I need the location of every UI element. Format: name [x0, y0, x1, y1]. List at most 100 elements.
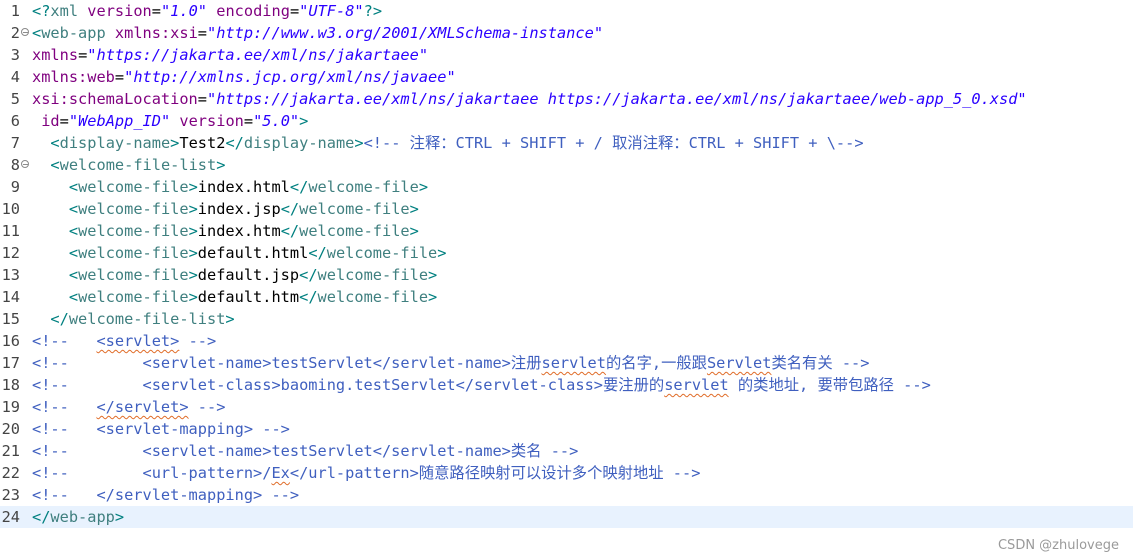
code-line[interactable]: 23 <!-- </servlet-mapping> --> [0, 484, 1133, 506]
code-token: > [188, 178, 198, 196]
code-line[interactable]: 19 <!-- </servlet> --> [0, 396, 1133, 418]
code-token: version [179, 112, 244, 130]
code-line[interactable]: 22 <!-- <url-pattern>/Ex</url-pattern>随意路… [0, 462, 1133, 484]
code-line[interactable]: 5 xsi:schemaLocation="https://jakarta.ee/… [0, 88, 1133, 110]
code-token: version [87, 2, 152, 20]
code-token: Ex [271, 464, 290, 482]
line-number: 22 [1, 464, 20, 482]
code-token: --> [188, 398, 226, 416]
code-token: 的名字,一般跟 [605, 354, 707, 372]
code-line[interactable]: 24 </web-app> [0, 506, 1133, 528]
code-token: = [243, 112, 254, 130]
code-token: index.html [197, 178, 290, 196]
line-number: 7 [10, 134, 20, 152]
watermark: CSDN @zhulovege [997, 538, 1119, 553]
line-number: 19 [1, 398, 20, 416]
code-token: <!-- </servlet-mapping> --> [32, 486, 300, 504]
code-text: <!-- <servlet-class>baoming.testServlet<… [32, 374, 931, 396]
code-token: welcome-file [317, 266, 429, 284]
fold-toggle-icon[interactable]: − [21, 160, 29, 169]
code-line[interactable]: 4 xmlns:web="http://xmlns.jcp.org/xml/ns/… [0, 66, 1133, 88]
code-token: servlet [541, 354, 606, 372]
code-token: welcome-file [78, 244, 189, 262]
code-editor[interactable]: 1 <?xml version="1.0" encoding="UTF-8"?> 2… [0, 0, 1133, 559]
code-token: = [59, 112, 69, 130]
code-token: </ [280, 222, 300, 240]
code-token: > [188, 222, 198, 240]
code-token: "https://jakarta.ee/xml/ns/jakartaee" [87, 46, 429, 64]
code-line[interactable]: 20 <!-- <servlet-mapping> --> [0, 418, 1133, 440]
line-number: 12 [1, 244, 20, 262]
code-line[interactable]: 7 <display-name>Test2</display-name><!--… [0, 132, 1133, 154]
code-token: xsi:schemaLocation [32, 90, 198, 108]
code-token: welcome-file [78, 288, 189, 306]
line-number: 9 [10, 178, 20, 196]
code-token: <!-- <servlet-name>testServlet</servlet-… [32, 442, 579, 460]
code-token: = [114, 68, 125, 86]
code-line[interactable]: 9 <welcome-file>index.html</welcome-file… [0, 176, 1133, 198]
code-token: < [68, 178, 79, 196]
code-line[interactable]: 21 <!-- <servlet-name>testServlet</servle… [0, 440, 1133, 462]
code-line[interactable]: 6 id="WebApp_ID" version="5.0"> [0, 110, 1133, 132]
code-token: < [68, 244, 79, 262]
code-token: > [428, 266, 438, 284]
code-token: < [68, 200, 79, 218]
code-token: = [197, 24, 208, 42]
code-token: < [68, 288, 79, 306]
code-token: "WebApp_ID" [68, 112, 171, 130]
code-token: xmlns [32, 46, 79, 64]
code-token: < [50, 134, 60, 152]
code-token: <!-- <servlet-mapping> --> [32, 420, 290, 438]
code-line[interactable]: 15 </welcome-file-list> [0, 308, 1133, 330]
code-token: default.htm [197, 288, 300, 306]
code-token: > [418, 178, 429, 196]
code-token: welcome-file [317, 288, 429, 306]
code-token: <!-- <url-pattern>/ [32, 464, 272, 482]
code-line[interactable]: 10 <welcome-file>index.jsp</welcome-file… [0, 198, 1133, 220]
line-number: 15 [1, 310, 20, 328]
code-line[interactable]: 11 <welcome-file>index.htm</welcome-file… [0, 220, 1133, 242]
code-line[interactable]: 1 <?xml version="1.0" encoding="UTF-8"?> [0, 0, 1133, 22]
code-line[interactable]: 12 <welcome-file>default.html</welcome-f… [0, 242, 1133, 264]
fold-toggle-icon[interactable]: − [21, 28, 29, 37]
line-number: 21 [1, 442, 20, 460]
code-token: > [354, 134, 364, 152]
code-text: <!-- <url-pattern>/Ex</url-pattern>随意路径映… [32, 462, 700, 484]
code-line[interactable]: 14 <welcome-file>default.htm</welcome-fi… [0, 286, 1133, 308]
code-token: welcome-file [299, 200, 410, 218]
line-number: 16 [1, 332, 20, 350]
code-token: <servlet> [96, 332, 180, 350]
code-token: "http://www.w3.org/2001/XMLSchema-instan… [207, 24, 604, 42]
code-text: <!-- <servlet-name>testServlet</servlet-… [32, 440, 578, 462]
code-token: > [409, 222, 419, 240]
line-number: 23 [1, 486, 20, 504]
code-text: <!-- <servlet-mapping> --> [32, 418, 290, 440]
code-line[interactable]: 8− <welcome-file-list> [0, 154, 1133, 176]
code-token: <!-- [32, 398, 97, 416]
code-text: <welcome-file>default.jsp</welcome-file> [32, 264, 437, 286]
code-token: "1.0" [160, 2, 208, 20]
code-token: "http://xmlns.jcp.org/xml/ns/javaee" [124, 68, 456, 86]
code-token: > [225, 310, 235, 328]
code-token: </ [280, 200, 300, 218]
code-text: </welcome-file-list> [32, 308, 235, 330]
code-token: < [50, 156, 60, 174]
line-number: 18 [1, 376, 20, 394]
code-line[interactable]: 2− <web-app xmlns:xsi="http://www.w3.org/… [0, 22, 1133, 44]
code-line[interactable]: 16 <!-- <servlet> --> [0, 330, 1133, 352]
code-token: > [188, 288, 198, 306]
code-line[interactable]: 13 <welcome-file>default.jsp</welcome-fi… [0, 264, 1133, 286]
code-token: xmlns:xsi [114, 24, 198, 42]
code-line[interactable]: 3 xmlns="https://jakarta.ee/xml/ns/jakart… [0, 44, 1133, 66]
code-token: Test2 [179, 134, 226, 152]
code-line[interactable]: 17 <!-- <servlet-name>testServlet</servle… [0, 352, 1133, 374]
code-line[interactable]: 18 <!-- <servlet-class>baoming.testServle… [0, 374, 1133, 396]
code-token: "https://jakarta.ee/xml/ns/jakartaee htt… [207, 90, 1027, 108]
code-token: > [114, 508, 125, 526]
code-token: = [151, 2, 161, 20]
